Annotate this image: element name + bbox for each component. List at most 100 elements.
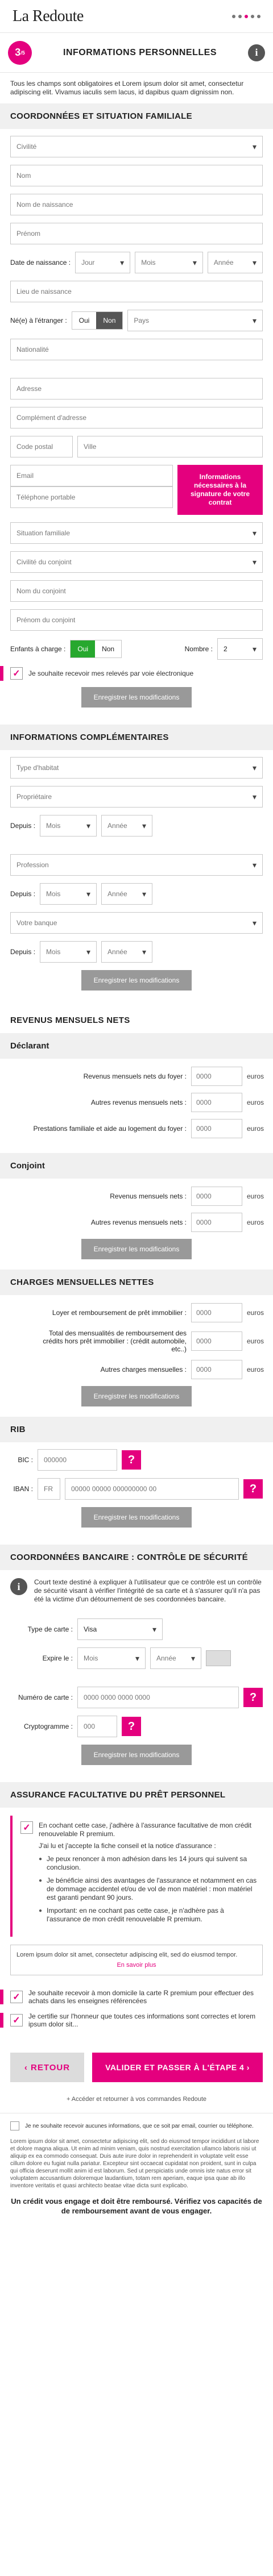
civilite-conjoint-select[interactable]: Civilité du conjoint	[10, 551, 263, 573]
charge-row: Total des mensualités de remboursement d…	[0, 1329, 273, 1353]
logo[interactable]: La Redoute	[13, 7, 84, 26]
income-input[interactable]: 0000	[191, 1119, 242, 1138]
adresse-input[interactable]: Adresse	[10, 378, 263, 399]
pays-select[interactable]: Pays	[127, 310, 263, 331]
jour-select[interactable]: Jour	[75, 252, 131, 273]
save-coordonnees-button[interactable]: Enregistrer les modifications	[81, 687, 192, 708]
depuis-mois-select[interactable]: Mois	[40, 883, 97, 905]
help-icon[interactable]: ?	[122, 1450, 141, 1470]
prenom-conjoint-input[interactable]: Prénom du conjoint	[10, 609, 263, 631]
email-input[interactable]: Email	[10, 465, 173, 486]
income-input[interactable]: 0000	[191, 1093, 242, 1112]
section-title-coordonnees: COORDONNÉES ET SITUATION FAMILIALE	[0, 103, 273, 129]
depuis-profession-row: Depuis : Mois Année	[10, 883, 263, 905]
save-charges-button[interactable]: Enregistrer les modifications	[81, 1386, 192, 1406]
toggle-oui[interactable]: Oui	[72, 312, 97, 329]
type-carte-select[interactable]: Visa	[77, 1618, 163, 1640]
progress-dots	[232, 14, 260, 18]
lieu-naissance-input[interactable]: Lieu de naissance	[10, 281, 263, 302]
code-ville-row: Code postal Ville	[10, 436, 263, 457]
save-complementaires-button[interactable]: Enregistrer les modifications	[81, 970, 192, 991]
help-icon[interactable]: ?	[243, 1479, 263, 1499]
assurance-checkbox[interactable]: ✓	[20, 1821, 33, 1834]
annee-select[interactable]: Année	[207, 252, 263, 273]
type-habitat-select[interactable]: Type d'habitat	[10, 757, 263, 779]
back-button[interactable]: ‹ RETOUR	[10, 2053, 84, 2082]
currency-label: euros	[247, 1337, 264, 1345]
profession-select[interactable]: Profession	[10, 854, 263, 876]
depuis-annee-select[interactable]: Année	[101, 941, 153, 963]
banque-select[interactable]: Votre banque	[10, 912, 263, 934]
nom-naissance-input[interactable]: Nom de naissance	[10, 194, 263, 215]
etranger-toggle[interactable]: Oui Non	[71, 311, 123, 330]
depuis-annee-select[interactable]: Année	[101, 815, 153, 837]
income-input[interactable]: 0000	[191, 1213, 242, 1232]
intro-text: Tous les champs sont obligatoires et Lor…	[10, 80, 244, 96]
info-icon[interactable]: i	[248, 44, 265, 61]
currency-label: euros	[247, 1072, 264, 1080]
commandes-link[interactable]: + Accéder et retourner à vos commandes R…	[0, 2094, 273, 2113]
cryptogramme-input[interactable]: 000	[77, 1716, 117, 1737]
mois-select[interactable]: Mois	[135, 252, 203, 273]
charge-label: Autres charges mensuelles :	[100, 1366, 187, 1374]
save-carte-button[interactable]: Enregistrer les modifications	[81, 1745, 192, 1765]
carte-domicile-checkbox[interactable]: ✓	[10, 1991, 23, 2003]
prenom-input[interactable]: Prénom	[10, 223, 263, 244]
nom-input[interactable]: Nom	[10, 165, 263, 186]
toggle-oui[interactable]: Oui	[71, 640, 96, 657]
toggle-non[interactable]: Non	[95, 640, 122, 657]
civilite-select[interactable]: Civilité	[10, 136, 263, 157]
help-icon[interactable]: ?	[243, 1688, 263, 1707]
next-step-button[interactable]: VALIDER ET PASSER À L'ÉTAPE 4 ›	[92, 2053, 263, 2082]
save-rib-button[interactable]: Enregistrer les modifications	[81, 1507, 192, 1528]
currency-label: euros	[247, 1366, 264, 1374]
date-naissance-row: Date de naissance : Jour Mois Année	[10, 252, 263, 273]
releves-checkbox[interactable]: ✓	[10, 667, 23, 680]
no-info-checkbox[interactable]	[10, 2121, 19, 2130]
pink-marker	[0, 1990, 3, 2004]
iban-prefix-input[interactable]: FR	[38, 1478, 60, 1500]
bullet-item: Je bénéficie ainsi des avantages de l'as…	[39, 1876, 257, 1902]
enfants-toggle[interactable]: Oui Non	[70, 640, 122, 658]
complement-adresse-input[interactable]: Complément d'adresse	[10, 407, 263, 428]
section-title-assurance: ASSURANCE FACULTATIVE DU PRÊT PERSONNEL	[0, 1782, 273, 1808]
income-label: Autres revenus mensuels nets :	[90, 1218, 187, 1226]
bullet-item: Je peux renoncer à mon adhésion dans les…	[39, 1855, 257, 1872]
nom-conjoint-input[interactable]: Nom du conjoint	[10, 580, 263, 602]
signature-notice: Informations nécessaires à la signature …	[177, 465, 263, 515]
iban-row: IBAN : FR 00000 00000 000000000 00 ?	[10, 1478, 263, 1500]
ville-input[interactable]: Ville	[77, 436, 263, 457]
depuis-mois-select[interactable]: Mois	[40, 815, 97, 837]
charge-input[interactable]: 0000	[191, 1303, 242, 1322]
certification-checkbox[interactable]: ✓	[10, 2014, 23, 2026]
en-savoir-plus-link[interactable]: En savoir plus	[16, 1961, 257, 1969]
depuis-annee-select[interactable]: Année	[101, 883, 153, 905]
etranger-label: Né(e) à l'étranger :	[10, 317, 67, 324]
income-input[interactable]: 0000	[191, 1187, 242, 1206]
save-revenus-button[interactable]: Enregistrer les modifications	[81, 1239, 192, 1259]
income-input[interactable]: 0000	[191, 1067, 242, 1086]
iban-input[interactable]: 00000 00000 000000000 00	[65, 1478, 239, 1500]
charge-input[interactable]: 0000	[191, 1360, 242, 1379]
nationalite-input[interactable]: Nationalité	[10, 339, 263, 360]
assurance-block: ✓ En cochant cette case, j'adhère à l'as…	[10, 1816, 263, 1937]
cryptogramme-label: Cryptogramme :	[23, 1722, 73, 1730]
numero-carte-input[interactable]: 0000 0000 0000 0000	[77, 1687, 239, 1708]
depuis-mois-select[interactable]: Mois	[40, 941, 97, 963]
expire-annee-select[interactable]: Année	[150, 1647, 201, 1669]
proprietaire-select[interactable]: Propriétaire	[10, 786, 263, 808]
bic-input[interactable]: 000000	[38, 1449, 117, 1471]
code-postal-input[interactable]: Code postal	[10, 436, 73, 457]
form-coordonnees: Civilité Nom Nom de naissance Prénom Dat…	[0, 129, 273, 725]
step-total: /5	[20, 49, 25, 56]
income-row: Autres revenus mensuels nets : 0000 euro…	[0, 1093, 273, 1112]
situation-familiale-select[interactable]: Situation familiale	[10, 522, 263, 544]
nombre-select[interactable]: 2	[217, 638, 263, 660]
telephone-input[interactable]: Téléphone portable	[10, 486, 173, 508]
contact-row: Email Téléphone portable Informations né…	[10, 465, 263, 515]
contact-fields: Email Téléphone portable	[10, 465, 173, 515]
help-icon[interactable]: ?	[122, 1717, 141, 1736]
toggle-non[interactable]: Non	[96, 312, 123, 329]
expire-mois-select[interactable]: Mois	[77, 1647, 146, 1669]
charge-input[interactable]: 0000	[191, 1331, 242, 1351]
